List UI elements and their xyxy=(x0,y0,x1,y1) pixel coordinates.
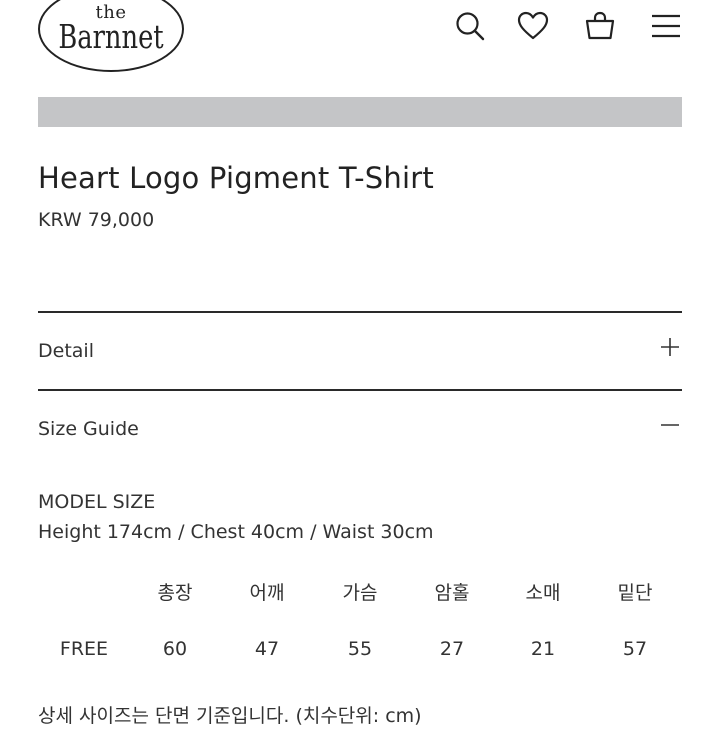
menu-button[interactable] xyxy=(648,8,684,44)
brand-logo[interactable]: the Barnnet xyxy=(38,0,184,72)
divider xyxy=(38,311,682,313)
menu-icon xyxy=(652,14,680,38)
heart-icon xyxy=(517,11,549,40)
product-title: Heart Logo Pigment T-Shirt xyxy=(38,161,434,195)
header-cell: 어깨 xyxy=(249,582,285,604)
site-header: the Barnnet xyxy=(0,0,720,80)
table-cell: 27 xyxy=(439,638,465,660)
size-guide-collapse-button[interactable] xyxy=(655,410,685,440)
wishlist-button[interactable] xyxy=(515,8,551,44)
table-cell: 21 xyxy=(530,638,556,660)
cart-button[interactable] xyxy=(582,8,618,44)
plus-icon xyxy=(661,338,679,356)
table-cell: 60 xyxy=(162,638,188,660)
header-cell: 총장 xyxy=(157,582,193,604)
search-icon xyxy=(456,12,485,41)
table-cell: 55 xyxy=(347,638,373,660)
table-row: FREE 60 47 55 27 21 57 xyxy=(38,634,682,664)
size-guide-accordion-label[interactable]: Size Guide xyxy=(38,416,139,442)
divider xyxy=(38,389,682,391)
table-cell: 47 xyxy=(254,638,280,660)
header-cell: 밑단 xyxy=(617,582,653,604)
size-label-cell: FREE xyxy=(59,638,109,660)
detail-expand-button[interactable] xyxy=(655,332,685,362)
table-cell: 57 xyxy=(622,638,648,660)
header-cell: 소매 xyxy=(525,582,561,604)
header-cell: 암홀 xyxy=(434,582,470,604)
size-table-header: 총장 어깨 가슴 암홀 소매 밑단 xyxy=(38,578,682,608)
product-image-strip xyxy=(38,97,682,127)
detail-accordion-label[interactable]: Detail xyxy=(38,338,94,364)
model-size-heading: MODEL SIZE xyxy=(38,491,156,513)
model-size-details: Height 174cm / Chest 40cm / Waist 30cm xyxy=(38,521,434,543)
search-button[interactable] xyxy=(452,8,488,44)
size-table: 총장 어깨 가슴 암홀 소매 밑단 FREE 60 47 55 27 21 57 xyxy=(38,578,682,664)
shopping-bag-icon xyxy=(585,11,615,40)
header-cell: 가슴 xyxy=(342,582,378,604)
logo-big-text: Barnnet xyxy=(58,17,164,56)
minus-icon xyxy=(661,424,679,426)
size-note: 상세 사이즈는 단면 기준입니다. (치수단위: cm) xyxy=(38,705,422,727)
product-price: KRW 79,000 xyxy=(38,209,155,231)
